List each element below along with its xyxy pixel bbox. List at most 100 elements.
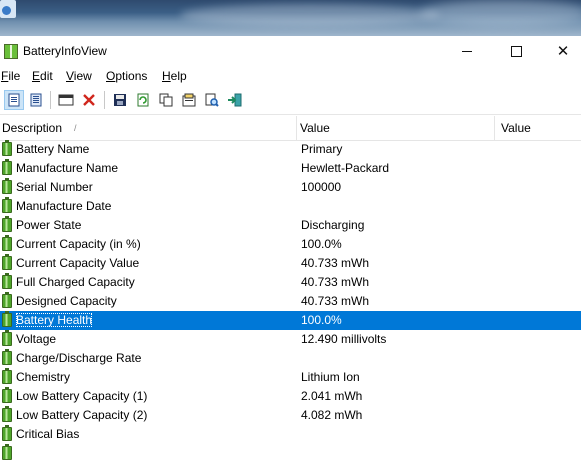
table-row[interactable]: Battery Name Primary xyxy=(0,140,581,159)
row-description: Voltage xyxy=(16,330,56,349)
row-value: 100.0% xyxy=(301,313,342,327)
table-row[interactable] xyxy=(0,444,581,463)
battery-icon xyxy=(2,140,12,156)
row-description: Battery Health xyxy=(16,311,93,330)
menu-view[interactable]: View xyxy=(66,69,92,83)
maximize-button[interactable] xyxy=(493,36,539,66)
row-value: 12.490 millivolts xyxy=(301,332,387,346)
battery-icon xyxy=(2,368,12,384)
row-description: Low Battery Capacity (1) xyxy=(16,387,147,406)
row-description-text: Low Battery Capacity (1) xyxy=(16,389,148,403)
row-description: Critical Bias xyxy=(16,425,79,444)
row-description-text: Serial Number xyxy=(16,180,93,194)
battery-icon xyxy=(2,273,12,289)
battery-icon xyxy=(2,216,12,232)
save-button[interactable] xyxy=(110,90,130,110)
desktop-background xyxy=(0,0,581,36)
battery-icon xyxy=(2,292,12,308)
row-description-text: Low Battery Capacity (2) xyxy=(16,408,148,422)
find-icon xyxy=(205,93,219,107)
table-row[interactable]: Serial Number 100000 xyxy=(0,178,581,197)
battery-log-mode-icon xyxy=(30,93,42,107)
maximize-icon xyxy=(510,45,522,57)
copy-button[interactable] xyxy=(156,90,176,110)
row-value: 40.733 mWh xyxy=(301,275,370,289)
column-header-description[interactable]: Description / xyxy=(0,116,296,140)
battery-info-mode-icon xyxy=(8,93,20,107)
row-description: Current Capacity Value xyxy=(16,254,139,273)
row-description-text: Current Capacity (in %) xyxy=(16,237,141,251)
table-row[interactable]: Manufacture Name Hewlett-Packard xyxy=(0,159,581,178)
row-description: Current Capacity (in %) xyxy=(16,235,141,254)
row-value: Lithium Ion xyxy=(301,370,360,384)
row-description: Full Charged Capacity xyxy=(16,273,135,292)
close-button[interactable]: ✕ xyxy=(540,36,581,66)
table-row[interactable]: Manufacture Date xyxy=(0,197,581,216)
exit-button[interactable] xyxy=(225,90,245,110)
minimize-button[interactable] xyxy=(444,36,490,66)
column-header-value-2[interactable]: Value xyxy=(499,116,581,140)
battery-log-mode-button[interactable] xyxy=(26,90,46,110)
table-row[interactable]: Full Charged Capacity 40.733 mWh xyxy=(0,273,581,292)
properties-icon xyxy=(182,93,196,107)
table-row[interactable]: Voltage 12.490 millivolts xyxy=(0,330,581,349)
row-description: Low Battery Capacity (2) xyxy=(16,406,147,425)
row-description-text: Chemistry xyxy=(16,370,71,384)
menu-file[interactable]: File xyxy=(1,69,20,83)
row-description-text: Charge/Discharge Rate xyxy=(16,351,142,365)
exit-icon xyxy=(228,93,242,107)
table-row[interactable]: Power State Discharging xyxy=(0,216,581,235)
battery-icon xyxy=(2,406,12,422)
close-icon: ✕ xyxy=(556,43,570,60)
row-description-text: Voltage xyxy=(16,332,57,346)
table-row[interactable]: Designed Capacity 40.733 mWh xyxy=(0,292,581,311)
row-description: Manufacture Name xyxy=(16,159,118,178)
table-row[interactable]: Low Battery Capacity (2) 4.082 mWh xyxy=(0,406,581,425)
table-row[interactable]: Battery Health 100.0% xyxy=(0,311,581,330)
row-value: 2.041 mWh xyxy=(301,389,363,403)
delete-button[interactable] xyxy=(79,90,99,110)
menu-options[interactable]: Options xyxy=(106,69,147,83)
battery-icon xyxy=(2,235,12,251)
row-description-text: Manufacture Name xyxy=(16,161,119,175)
row-description-text: Battery Health xyxy=(16,313,93,327)
table-row[interactable]: Chemistry Lithium Ion xyxy=(0,368,581,387)
table-row[interactable]: Current Capacity (in %) 100.0% xyxy=(0,235,581,254)
delete-icon xyxy=(83,94,95,106)
app-battery-icon xyxy=(4,44,18,59)
sort-ascending-icon: / xyxy=(74,123,77,133)
menu-bar: File Edit View Options Help xyxy=(0,66,581,86)
row-description-text: Power State xyxy=(16,218,82,232)
desktop-shortcut-icon[interactable] xyxy=(0,0,16,18)
find-button[interactable] xyxy=(202,90,222,110)
properties-button[interactable] xyxy=(179,90,199,110)
refresh-button[interactable] xyxy=(133,90,153,110)
battery-info-mode-button[interactable] xyxy=(4,90,24,110)
table-row[interactable]: Current Capacity Value 40.733 mWh xyxy=(0,254,581,273)
battery-info-list[interactable]: Battery Name Primary Manufacture Name Hewle… xyxy=(0,140,581,463)
row-description-text: Manufacture Date xyxy=(16,199,112,213)
minimize-icon xyxy=(462,50,472,52)
battery-icon xyxy=(2,311,12,327)
column-header-value[interactable]: Value xyxy=(298,116,494,140)
table-row[interactable]: Critical Bias xyxy=(0,425,581,444)
row-description: Charge/Discharge Rate xyxy=(16,349,141,368)
battery-icon xyxy=(2,425,12,441)
table-row[interactable]: Charge/Discharge Rate xyxy=(0,349,581,368)
window-title: BatteryInfoView xyxy=(23,44,107,58)
row-description: Power State xyxy=(16,216,81,235)
table-row[interactable]: Low Battery Capacity (1) 2.041 mWh xyxy=(0,387,581,406)
row-description-text: Critical Bias xyxy=(16,427,80,441)
row-value: 100.0% xyxy=(301,237,342,251)
row-value: 40.733 mWh xyxy=(301,256,370,270)
toolbar xyxy=(0,86,581,115)
row-description-text: Designed Capacity xyxy=(16,294,117,308)
save-icon xyxy=(114,94,126,106)
row-value: 40.733 mWh xyxy=(301,294,370,308)
row-description: Designed Capacity xyxy=(16,292,117,311)
options-button[interactable] xyxy=(56,90,76,110)
battery-icon xyxy=(2,178,12,194)
menu-edit[interactable]: Edit xyxy=(32,69,53,83)
menu-help[interactable]: Help xyxy=(162,69,187,83)
title-bar[interactable]: BatteryInfoView ✕ xyxy=(0,36,581,66)
